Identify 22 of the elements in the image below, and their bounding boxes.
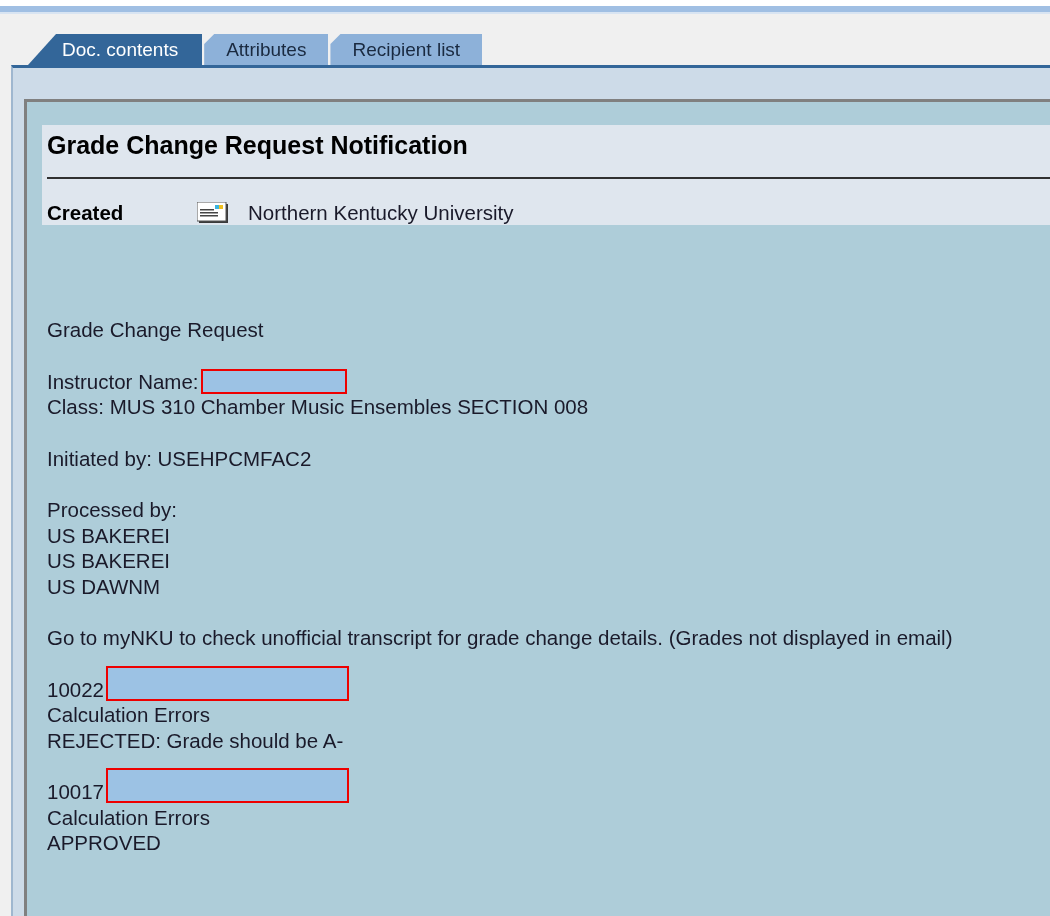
message-text: Calculation Errors xyxy=(47,804,210,830)
message-text: APPROVED xyxy=(47,830,161,856)
message-text: Instructor Name: xyxy=(47,368,199,394)
message-text: 10022 xyxy=(47,676,104,702)
tab[interactable]: Recipient list xyxy=(330,34,483,65)
message-text: US DAWNM xyxy=(47,573,161,599)
message-text: Processed by: xyxy=(47,497,177,523)
message-text: REJECTED: Grade should be A- xyxy=(47,727,344,753)
message-text: US BAKEREI xyxy=(47,522,171,548)
document-title: Grade Change Request Notification xyxy=(47,131,469,161)
message-text: Grade Change Request xyxy=(47,317,264,343)
message-text: US BAKEREI xyxy=(47,548,171,574)
message-text: Calculation Errors xyxy=(47,702,210,728)
business-card-icon xyxy=(197,202,229,224)
created-label: Created xyxy=(47,201,125,225)
tab[interactable]: Attributes xyxy=(204,34,329,65)
sender-name: Northern Kentucky University xyxy=(248,201,514,225)
message-text: Class: MUS 310 Chamber Music Ensembles SECTION 008 xyxy=(47,394,589,420)
message-text: Go to myNKU to check unofficial transcript for grade change details. (Grades not displayed in email) xyxy=(47,625,953,651)
tab[interactable]: Doc. contents xyxy=(28,34,203,65)
message-text: 10017 xyxy=(47,779,104,805)
message-text: Initiated by: USEHPCMFAC2 xyxy=(47,445,312,471)
